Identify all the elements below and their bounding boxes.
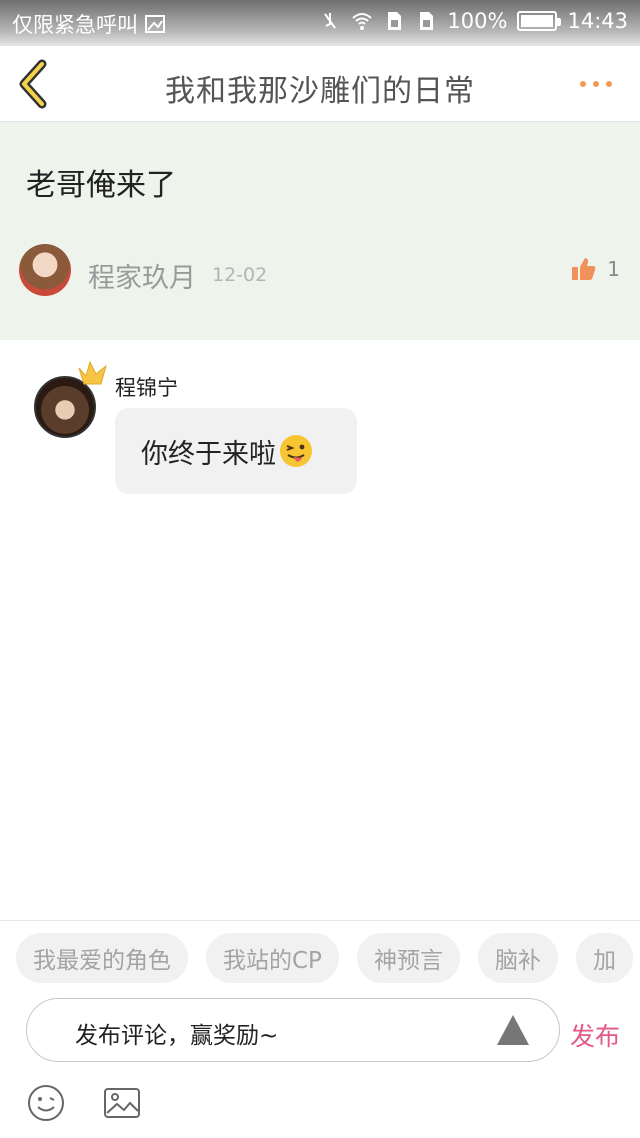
tag-chip[interactable]: 脑补 [477,933,558,983]
triangle-up-icon[interactable] [497,1015,529,1045]
tongue-out-emoji-icon [280,435,312,467]
smiley-icon[interactable] [26,1083,66,1123]
author-name[interactable]: 程家玖月 [88,256,196,295]
wifi-icon [352,13,373,30]
crown-icon [78,360,107,385]
tag-chip[interactable]: 神预言 [356,933,460,983]
thumbs-up-icon [572,258,596,280]
photo-icon [145,15,165,33]
title-bar: 我和我那沙雕们的日常 [0,46,640,122]
post-date: 12-02 [212,264,268,286]
page-title: 我和我那沙雕们的日常 [165,74,475,109]
clock: 14:43 [567,9,628,33]
status-bar: 仅限紧急呼叫 100% 14:43 [0,0,640,46]
reply-text: 你终于来啦 [141,438,276,470]
more-dots-icon [580,81,586,87]
author-avatar[interactable] [19,244,71,296]
screen: 仅限紧急呼叫 100% 14:43 我和我那沙雕们的日常 老哥俺来了 程家玖月 … [0,0,640,1138]
comment-bar: 我最爱的角色 我站的CP 神预言 脑补 加 发布评论，赢奖励~ 发布 [0,920,640,1138]
mute-icon [324,13,337,29]
tag-chip[interactable]: 我最爱的角色 [16,933,188,983]
reply-avatar-group[interactable] [34,358,110,438]
battery-icon [517,11,562,31]
sim-card-icon [388,12,402,30]
publish-button[interactable]: 发布 [570,1017,620,1053]
image-icon[interactable] [102,1083,142,1123]
tag-chip[interactable]: 加 [575,933,633,983]
more-button[interactable] [580,72,620,96]
like-button[interactable]: 1 [571,256,620,282]
comment-placeholder: 发布评论，赢奖励~ [75,1023,279,1049]
tag-chip[interactable]: 我站的CP [206,933,339,983]
sim-card-icon [420,12,434,30]
reply-author-name[interactable]: 程锦宁 [115,372,178,402]
comment-input[interactable]: 发布评论，赢奖励~ [26,998,560,1062]
like-count: 1 [607,257,620,281]
post-text: 老哥俺来了 [26,168,176,203]
tag-list: 我最爱的角色 我站的CP 神预言 脑补 加 [16,933,640,985]
carrier-text: 仅限紧急呼叫 [12,13,138,37]
battery-percent: 100% [447,9,508,33]
reply-bubble: 你终于来啦 [115,408,357,494]
original-post: 老哥俺来了 程家玖月 12-02 1 [0,122,640,340]
